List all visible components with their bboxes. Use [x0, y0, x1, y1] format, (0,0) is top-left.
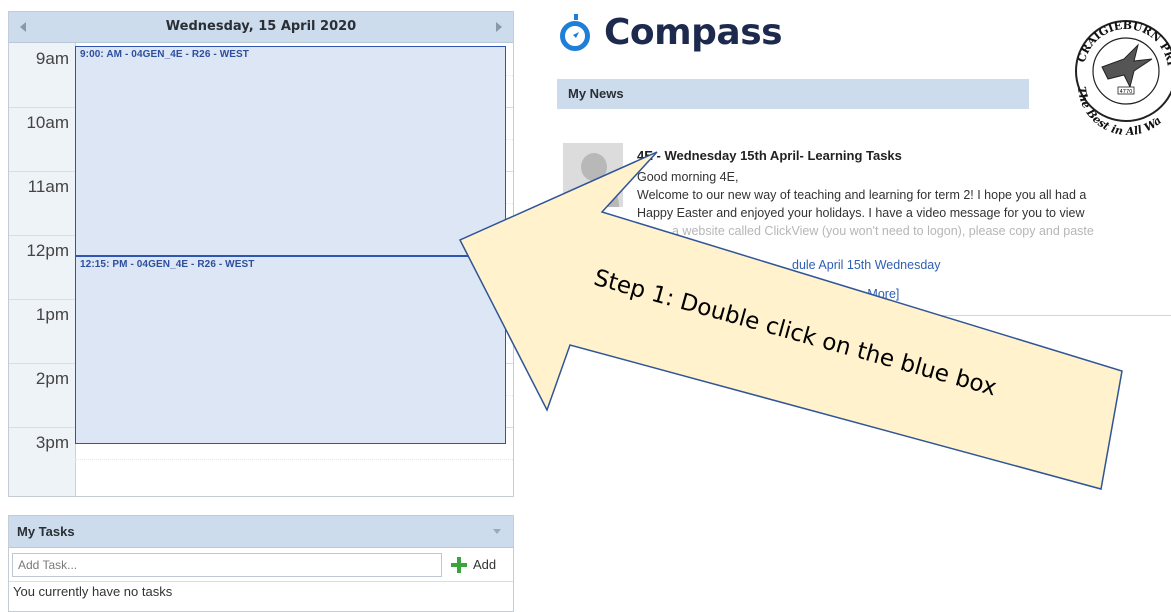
- my-tasks-title: My Tasks: [17, 524, 75, 539]
- svg-text:4770: 4770: [1120, 89, 1133, 95]
- hour-label: 11am: [27, 177, 69, 196]
- avatar-head-icon: [581, 153, 607, 181]
- hour-label: 3pm: [35, 433, 69, 452]
- news-attachment-link[interactable]: dule April 15th Wednesday: [792, 258, 940, 272]
- hour-label: 9am: [35, 49, 69, 68]
- see-more-link[interactable]: e More]: [857, 287, 899, 301]
- half-hour-divider: [75, 459, 513, 460]
- news-body-line: Good morning 4E,: [637, 170, 739, 184]
- empty-tasks-message: You currently have no tasks: [13, 584, 173, 599]
- calendar-date-title: Wednesday, 15 April 2020: [165, 19, 357, 34]
- my-news-header: My News: [557, 79, 1029, 109]
- add-task-input[interactable]: [12, 553, 442, 577]
- tasks-divider: [9, 581, 513, 582]
- news-body-line: Welcome to our new way of teaching and l…: [637, 188, 1087, 202]
- school-crest-icon: CRAIGIEBURN PRI The Best in All Wa 4770: [1075, 19, 1171, 135]
- add-task-button[interactable]: Add: [449, 554, 507, 576]
- compass-logo-text: Compass: [604, 12, 783, 53]
- avatar: [563, 143, 623, 207]
- my-news-title: My News: [568, 86, 624, 101]
- calendar-panel: Wednesday, 15 April 2020 9am 10am 11am 1…: [8, 11, 514, 497]
- event-label: 9:00: AM - 04GEN_4E - R26 - WEST: [80, 49, 249, 60]
- avatar-body-icon: [569, 183, 619, 207]
- hour-label: 2pm: [35, 369, 69, 388]
- my-tasks-panel: My Tasks Add You currently have no tasks: [8, 515, 514, 612]
- hour-label: 1pm: [35, 305, 69, 324]
- plus-icon: [451, 557, 467, 573]
- compass-logo[interactable]: Compass: [556, 10, 816, 66]
- calendar-day-grid: 9am 10am 11am 12pm 1pm 2pm 3pm 9:00: AM …: [9, 43, 513, 496]
- collapse-chevron-icon[interactable]: [493, 529, 501, 534]
- next-day-arrow-icon[interactable]: [496, 22, 502, 32]
- calendar-event-morning[interactable]: 9:00: AM - 04GEN_4E - R26 - WEST: [75, 46, 506, 256]
- event-label: 12:15: PM - 04GEN_4E - R26 - WEST: [80, 259, 255, 270]
- add-button-label: Add: [473, 557, 497, 572]
- calendar-header: Wednesday, 15 April 2020: [9, 12, 513, 43]
- hour-label: 12pm: [26, 241, 69, 260]
- news-divider: [557, 315, 1171, 316]
- news-item-title[interactable]: 4E - Wednesday 15th April- Learning Task…: [637, 148, 902, 163]
- news-body-line: Happy Easter and enjoyed your holidays. …: [637, 206, 1085, 220]
- my-tasks-header: My Tasks: [9, 516, 513, 548]
- compass-needle-icon: [572, 32, 579, 39]
- news-body-line-faded: a website called ClickView (you won't ne…: [672, 224, 1094, 238]
- hour-label: 10am: [26, 113, 69, 132]
- calendar-event-afternoon[interactable]: 12:15: PM - 04GEN_4E - R26 - WEST: [75, 256, 506, 444]
